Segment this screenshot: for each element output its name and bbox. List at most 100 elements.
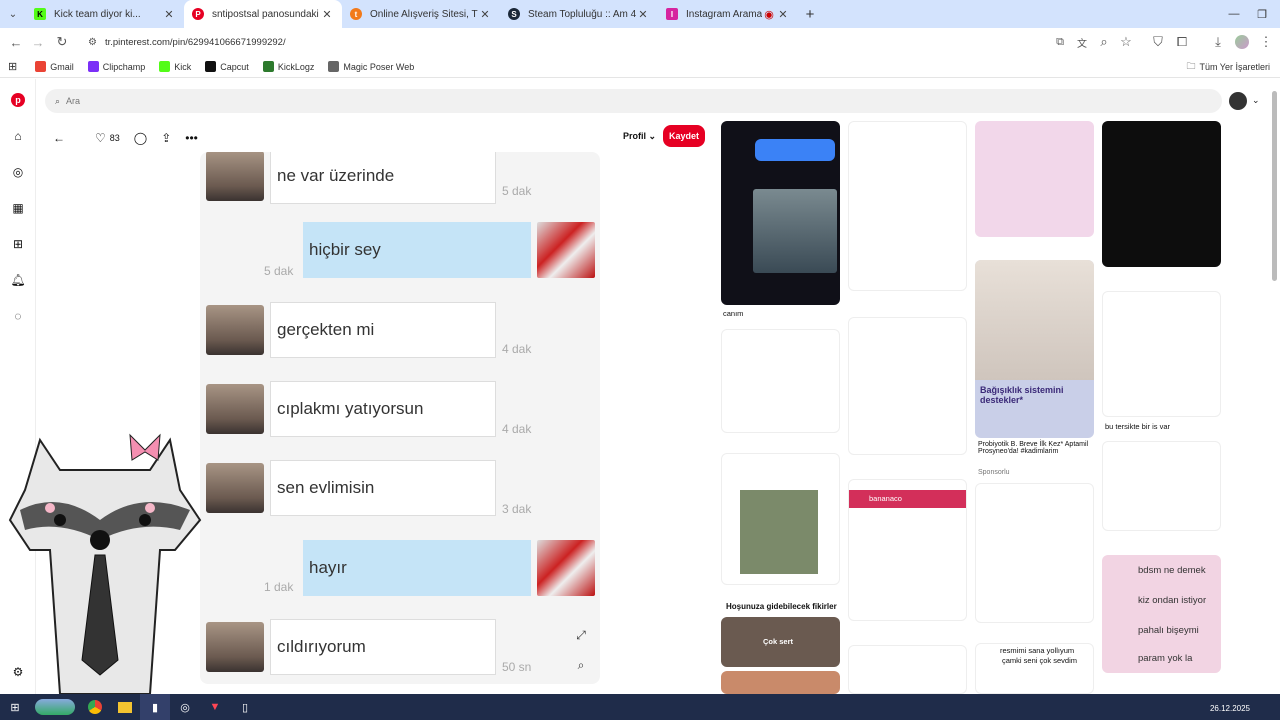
windows-taskbar: ⊞ ▮ ◎ ▼ ▯ 26.12.2025 bbox=[0, 694, 1280, 720]
apps-grid-icon[interactable]: ⊞ bbox=[8, 60, 17, 73]
new-tab-icon[interactable]: + bbox=[798, 6, 822, 23]
instagram-favicon-icon: I bbox=[666, 8, 678, 20]
create-icon[interactable]: ⊞ bbox=[10, 236, 26, 252]
obs-icon[interactable]: ◎ bbox=[170, 694, 200, 720]
reload-icon[interactable]: ↻ bbox=[50, 30, 74, 54]
forward-icon[interactable]: → bbox=[26, 30, 50, 54]
sponsored-pin[interactable]: Bağışıklık sistemini destekler* bbox=[975, 260, 1094, 438]
related-pin[interactable] bbox=[721, 121, 840, 305]
sender-photo bbox=[206, 305, 264, 355]
related-pin[interactable] bbox=[975, 121, 1094, 237]
zoom-icon[interactable]: ⌕ bbox=[1092, 30, 1116, 54]
more-menu-icon[interactable]: ⋮ bbox=[1254, 30, 1278, 54]
gmail-icon bbox=[35, 61, 47, 72]
messages-icon[interactable]: ◌ bbox=[10, 308, 26, 324]
tab-search-icon[interactable]: ⌄ bbox=[0, 0, 26, 28]
browser-tab[interactable]: I Instagram Araması ◉ ✕ bbox=[658, 0, 798, 28]
related-pin[interactable] bbox=[848, 645, 967, 694]
browser-tab[interactable]: K Kick team diyor ki... ✕ bbox=[26, 0, 184, 28]
visual-search-icon[interactable]: ⌕ bbox=[572, 656, 590, 674]
pin-text-line: kiz ondan istiyor bbox=[1138, 595, 1207, 606]
related-pin[interactable]: bdsm ne demek kiz ondan istiyor pahalı b… bbox=[1102, 555, 1221, 673]
back-icon[interactable]: ← bbox=[4, 30, 28, 54]
comment-icon[interactable]: ◯ bbox=[134, 131, 147, 145]
bookmark-gmail[interactable]: Gmail bbox=[35, 61, 74, 72]
related-pin[interactable] bbox=[848, 317, 967, 455]
address-bar[interactable]: ⚙ tr.pinterest.com/pin/62994106667199929… bbox=[80, 31, 1140, 53]
shield-icon[interactable]: ⛉ bbox=[1146, 30, 1170, 54]
start-menu-icon[interactable]: ⊞ bbox=[0, 694, 30, 720]
share-icon[interactable]: ⇪ bbox=[161, 131, 171, 145]
browser-tab[interactable]: t Online Alışveriş Sitesi, Türkiye'nin ✕ bbox=[342, 0, 500, 28]
bookmark-kicklogz[interactable]: KickLogz bbox=[262, 61, 314, 72]
chat-message: cıldırıyorum bbox=[206, 619, 496, 675]
related-pin[interactable]: resmimi sana yollıyum çamki seni çok sev… bbox=[975, 643, 1094, 694]
message-bubble: sen evlimisin bbox=[270, 460, 496, 516]
chevron-down-icon[interactable]: ⌄ bbox=[1252, 95, 1260, 106]
back-arrow-icon[interactable]: ← bbox=[53, 131, 65, 145]
close-tab-icon[interactable]: ✕ bbox=[478, 8, 492, 21]
related-pin[interactable]: Çok sert bbox=[721, 617, 840, 667]
browser-tab-active[interactable]: P sntipostsal panosundaki Pin ✕ bbox=[184, 0, 342, 28]
tab-title: Steam Topluluğu :: Am 48 year bbox=[528, 8, 636, 20]
valorant-icon[interactable]: ▼ bbox=[200, 694, 230, 720]
related-pin[interactable] bbox=[1102, 291, 1221, 417]
notepad-icon[interactable]: ▯ bbox=[230, 694, 260, 720]
download-icon[interactable]: ⤓ bbox=[1206, 30, 1230, 54]
scrollbar[interactable] bbox=[1272, 91, 1277, 281]
avatar[interactable] bbox=[1229, 92, 1247, 110]
bookmark-star-icon[interactable]: ☆ bbox=[1114, 30, 1138, 54]
related-pin[interactable] bbox=[721, 329, 840, 433]
pin-text-line: çamki seni çok sevdim bbox=[1002, 656, 1078, 665]
message-time: 50 sn bbox=[502, 660, 532, 674]
close-tab-icon[interactable]: ✕ bbox=[320, 8, 334, 21]
save-button[interactable]: Kaydet bbox=[663, 125, 705, 147]
document-app-icon[interactable]: ▮ bbox=[140, 694, 170, 720]
chat-message: ne var üzerinde bbox=[206, 152, 496, 204]
raccoon-drawing bbox=[8, 433, 202, 695]
expand-icon[interactable]: ⤢ bbox=[572, 626, 590, 644]
pinterest-logo-icon[interactable]: p bbox=[10, 92, 26, 108]
close-tab-icon[interactable]: ✕ bbox=[636, 8, 650, 21]
pin-text-line: bdsm ne demek bbox=[1138, 565, 1206, 576]
message-time: 3 dak bbox=[502, 502, 532, 516]
profile-avatar-icon[interactable] bbox=[1230, 30, 1254, 54]
restore-icon[interactable]: ❐ bbox=[1246, 0, 1278, 28]
boards-icon[interactable]: ▦ bbox=[10, 200, 26, 216]
ad-caption: Probiyotik B. Breve İlk Kez* Aptamil Pro… bbox=[978, 441, 1089, 455]
related-pin[interactable] bbox=[721, 453, 840, 585]
related-pin[interactable] bbox=[721, 671, 840, 694]
bookmark-label: Clipchamp bbox=[102, 61, 146, 72]
bookmark-kick[interactable]: Kick bbox=[159, 61, 191, 72]
chrome-icon[interactable] bbox=[80, 694, 110, 720]
explore-icon[interactable]: ◎ bbox=[10, 164, 26, 180]
bookmark-capcut[interactable]: Capcut bbox=[205, 61, 249, 72]
more-options-icon[interactable]: ••• bbox=[185, 131, 198, 145]
magic-poser-icon bbox=[328, 61, 340, 72]
home-icon[interactable]: ⌂ bbox=[10, 128, 26, 144]
like-button[interactable]: ♡ 83 bbox=[95, 131, 120, 145]
file-explorer-icon[interactable] bbox=[110, 694, 140, 720]
site-info-icon[interactable]: ⚙ bbox=[88, 37, 97, 48]
all-bookmarks[interactable]: 🗀 Tüm Yer İşaretleri bbox=[1186, 59, 1270, 75]
notifications-icon[interactable]: 🔔︎ bbox=[10, 272, 26, 288]
bookmark-clipchamp[interactable]: Clipchamp bbox=[87, 61, 146, 72]
close-tab-icon[interactable]: ✕ bbox=[776, 8, 790, 21]
bookmark-magic-poser[interactable]: Magic Poser Web bbox=[328, 61, 414, 72]
profile-dropdown[interactable]: Profil ⌄ bbox=[623, 131, 656, 142]
browser-tab[interactable]: S Steam Topluluğu :: Am 48 year ✕ bbox=[500, 0, 658, 28]
pin-caption: bu tersikte bir is var bbox=[1105, 422, 1171, 431]
related-pin[interactable] bbox=[848, 121, 967, 291]
pinned-app-icon[interactable] bbox=[30, 694, 80, 720]
kicklogz-icon bbox=[262, 61, 274, 72]
pin-action-bar: ← ♡ 83 ◯ ⇪ ••• Profil ⌄ Kaydet bbox=[45, 123, 715, 153]
related-pin[interactable] bbox=[1102, 441, 1221, 531]
search-input[interactable]: ⌕ Ara bbox=[45, 89, 1222, 113]
translate-icon[interactable]: 文 bbox=[1070, 30, 1094, 54]
related-pin[interactable]: bananaco bbox=[848, 479, 967, 621]
related-pin[interactable] bbox=[975, 483, 1094, 623]
extensions-icon[interactable]: ⧠ bbox=[1170, 30, 1194, 54]
related-pin[interactable] bbox=[1102, 121, 1221, 267]
close-tab-icon[interactable]: ✕ bbox=[162, 8, 176, 21]
install-app-icon[interactable]: ⧉ bbox=[1048, 30, 1072, 54]
